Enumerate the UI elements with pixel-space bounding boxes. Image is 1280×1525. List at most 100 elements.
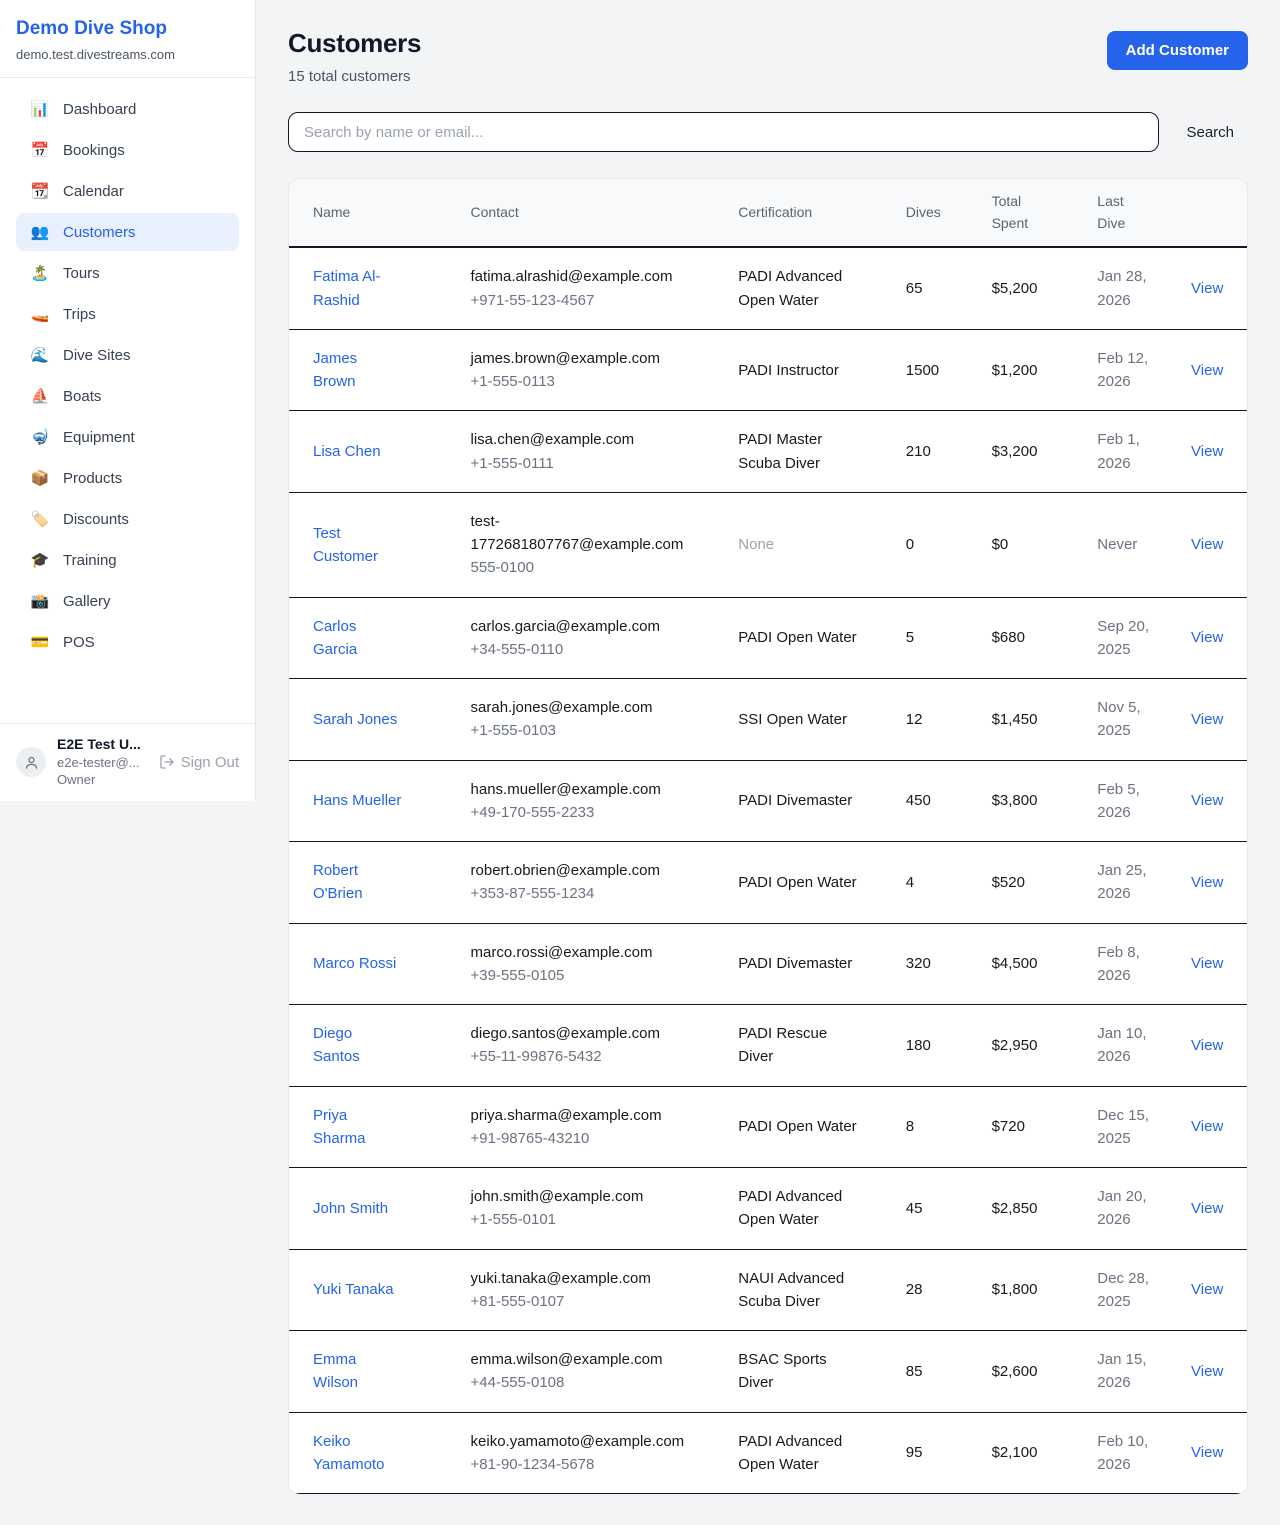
sidebar-item-boats[interactable]: ⛵ Boats bbox=[16, 377, 239, 415]
sidebar-item-bookings[interactable]: 📅 Bookings bbox=[16, 131, 239, 169]
sidebar-item-label: Customers bbox=[63, 224, 136, 241]
table-row: Fatima Al-Rashid fatima.alrashid@example… bbox=[289, 247, 1247, 329]
customer-name-link[interactable]: Emma Wilson bbox=[313, 1348, 403, 1395]
view-link[interactable]: View bbox=[1191, 1200, 1223, 1217]
sidebar-item-products[interactable]: 📦 Products bbox=[16, 459, 239, 497]
trips-icon: 🚤 bbox=[30, 305, 50, 323]
search-button[interactable]: Search bbox=[1186, 124, 1234, 141]
total-spent: $1,200 bbox=[980, 329, 1086, 411]
total-spent: $2,600 bbox=[980, 1331, 1086, 1413]
customers-icon: 👥 bbox=[30, 223, 50, 241]
customer-phone: +55-11-99876-5432 bbox=[471, 1045, 715, 1068]
total-spent: $520 bbox=[980, 842, 1086, 924]
customer-name-link[interactable]: Hans Mueller bbox=[313, 789, 401, 812]
certification: PADI Divemaster bbox=[738, 952, 852, 975]
customer-name-link[interactable]: Priya Sharma bbox=[313, 1104, 403, 1151]
view-link[interactable]: View bbox=[1191, 536, 1223, 553]
last-dive: Nov 5, 2025 bbox=[1097, 696, 1157, 743]
last-dive: Jan 20, 2026 bbox=[1097, 1185, 1157, 1232]
sidebar-item-label: Products bbox=[63, 470, 122, 487]
user-section: E2E Test U... e2e-tester@... Owner Sign … bbox=[0, 723, 255, 801]
table-header-row: Name Contact Certification Dives Total S… bbox=[289, 179, 1247, 247]
view-link[interactable]: View bbox=[1191, 443, 1223, 460]
customer-name-link[interactable]: Robert O'Brien bbox=[313, 859, 403, 906]
sidebar-item-tours[interactable]: 🏝️ Tours bbox=[16, 254, 239, 292]
customer-phone: +34-555-0110 bbox=[471, 638, 715, 661]
customer-name-link[interactable]: Yuki Tanaka bbox=[313, 1278, 394, 1301]
customer-name-link[interactable]: Carlos Garcia bbox=[313, 615, 403, 662]
customer-email: robert.obrien@example.com bbox=[471, 859, 691, 882]
customer-name-link[interactable]: Marco Rossi bbox=[313, 952, 396, 975]
customer-phone: +49-170-555-2233 bbox=[471, 801, 715, 824]
sidebar-item-label: Trips bbox=[63, 306, 96, 323]
view-link[interactable]: View bbox=[1191, 874, 1223, 891]
user-role: Owner bbox=[57, 771, 148, 789]
total-spent: $2,950 bbox=[980, 1005, 1086, 1087]
sidebar-item-discounts[interactable]: 🏷️ Discounts bbox=[16, 500, 239, 538]
table-row: Yuki Tanaka yuki.tanaka@example.com +81-… bbox=[289, 1249, 1247, 1331]
sidebar-item-gallery[interactable]: 📸 Gallery bbox=[16, 582, 239, 620]
customer-name-link[interactable]: James Brown bbox=[313, 347, 403, 394]
table-row: James Brown james.brown@example.com +1-5… bbox=[289, 329, 1247, 411]
sidebar-item-trips[interactable]: 🚤 Trips bbox=[16, 295, 239, 333]
sidebar-item-training[interactable]: 🎓 Training bbox=[16, 541, 239, 579]
view-link[interactable]: View bbox=[1191, 629, 1223, 646]
customer-email: carlos.garcia@example.com bbox=[471, 615, 691, 638]
sidebar-item-dive-sites[interactable]: 🌊 Dive Sites bbox=[16, 336, 239, 374]
view-link[interactable]: View bbox=[1191, 1363, 1223, 1380]
sidebar-item-equipment[interactable]: 🤿 Equipment bbox=[16, 418, 239, 456]
customer-name-link[interactable]: Diego Santos bbox=[313, 1022, 403, 1069]
dives-count: 180 bbox=[894, 1005, 980, 1087]
sidebar-item-calendar[interactable]: 📆 Calendar bbox=[16, 172, 239, 210]
dives-count: 5 bbox=[894, 597, 980, 679]
certification: PADI Open Water bbox=[738, 626, 856, 649]
customer-count: 15 total customers bbox=[288, 68, 421, 85]
customer-phone: +44-555-0108 bbox=[471, 1371, 715, 1394]
view-link[interactable]: View bbox=[1191, 792, 1223, 809]
view-link[interactable]: View bbox=[1191, 1118, 1223, 1135]
customer-email: yuki.tanaka@example.com bbox=[471, 1267, 691, 1290]
total-spent: $2,850 bbox=[980, 1168, 1086, 1250]
last-dive: Feb 8, 2026 bbox=[1097, 941, 1157, 988]
dives-count: 65 bbox=[894, 247, 980, 329]
view-link[interactable]: View bbox=[1191, 1281, 1223, 1298]
table-row: Keiko Yamamoto keiko.yamamoto@example.co… bbox=[289, 1412, 1247, 1494]
total-spent: $720 bbox=[980, 1086, 1086, 1168]
last-dive: Jan 10, 2026 bbox=[1097, 1022, 1157, 1069]
sidebar-item-customers[interactable]: 👥 Customers bbox=[16, 213, 239, 251]
customer-name-link[interactable]: John Smith bbox=[313, 1197, 388, 1220]
last-dive: Feb 12, 2026 bbox=[1097, 347, 1157, 394]
last-dive: Jan 15, 2026 bbox=[1097, 1348, 1157, 1395]
products-icon: 📦 bbox=[30, 469, 50, 487]
search-input[interactable] bbox=[288, 112, 1159, 152]
pos-icon: 💳 bbox=[30, 633, 50, 651]
view-link[interactable]: View bbox=[1191, 711, 1223, 728]
search-bar: Search bbox=[288, 112, 1248, 152]
add-customer-button[interactable]: Add Customer bbox=[1107, 31, 1248, 70]
customer-name-link[interactable]: Lisa Chen bbox=[313, 440, 381, 463]
last-dive: Never bbox=[1097, 533, 1137, 556]
sign-out-button[interactable]: Sign Out bbox=[159, 754, 239, 771]
sidebar-item-label: Bookings bbox=[63, 142, 125, 159]
column-header-total-spent: Total Spent bbox=[980, 179, 1086, 247]
bookings-icon: 📅 bbox=[30, 141, 50, 159]
dives-count: 1500 bbox=[894, 329, 980, 411]
shop-name[interactable]: Demo Dive Shop bbox=[16, 18, 239, 40]
view-link[interactable]: View bbox=[1191, 1037, 1223, 1054]
view-link[interactable]: View bbox=[1191, 362, 1223, 379]
sidebar-item-dashboard[interactable]: 📊 Dashboard bbox=[16, 90, 239, 128]
customer-name-link[interactable]: Sarah Jones bbox=[313, 708, 397, 731]
view-link[interactable]: View bbox=[1191, 1444, 1223, 1461]
customer-name-link[interactable]: Keiko Yamamoto bbox=[313, 1430, 403, 1477]
sidebar-item-pos[interactable]: 💳 POS bbox=[16, 623, 239, 661]
dives-count: 320 bbox=[894, 923, 980, 1005]
last-dive: Feb 5, 2026 bbox=[1097, 778, 1157, 825]
certification: PADI Advanced Open Water bbox=[738, 1430, 860, 1477]
view-link[interactable]: View bbox=[1191, 955, 1223, 972]
customer-name-link[interactable]: Test Customer bbox=[313, 522, 403, 569]
view-link[interactable]: View bbox=[1191, 280, 1223, 297]
total-spent: $680 bbox=[980, 597, 1086, 679]
table-row: John Smith john.smith@example.com +1-555… bbox=[289, 1168, 1247, 1250]
customer-name-link[interactable]: Fatima Al-Rashid bbox=[313, 265, 403, 312]
customers-table: Name Contact Certification Dives Total S… bbox=[289, 179, 1247, 1494]
